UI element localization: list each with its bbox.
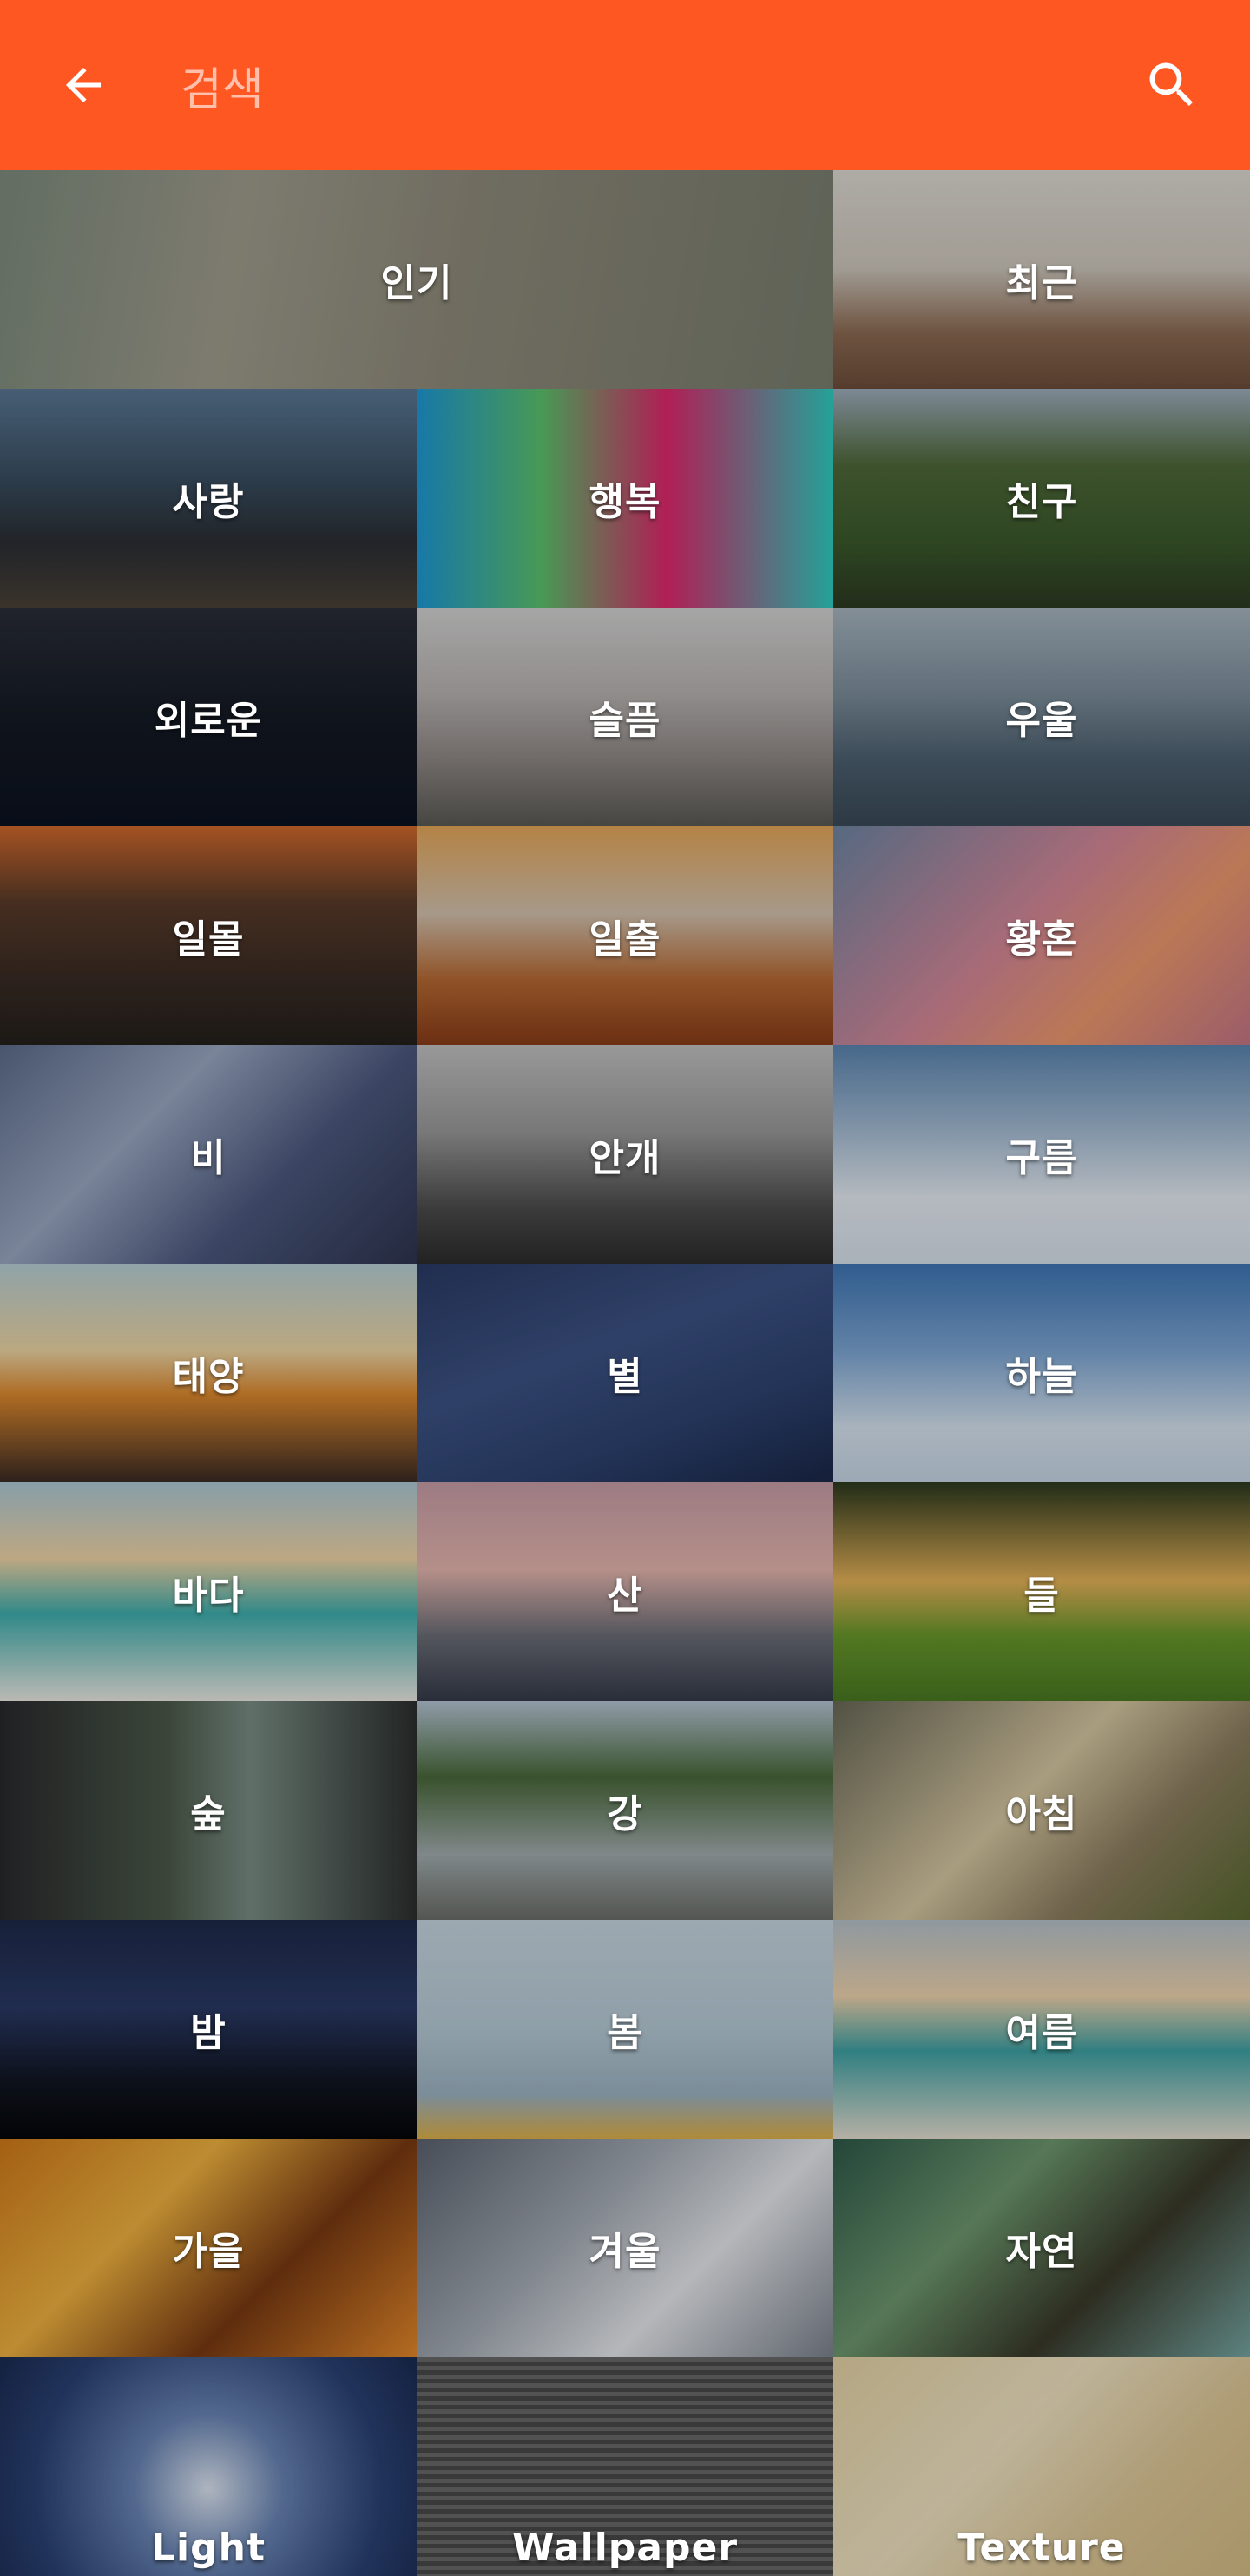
search-input[interactable]: 검색 [181, 52, 264, 118]
category-label: 바다 [172, 1574, 245, 1618]
category-tile[interactable]: 강 [417, 1701, 833, 1920]
category-tile[interactable]: 인기 [0, 170, 833, 389]
category-tile[interactable]: 행복 [417, 389, 833, 608]
category-label: 일몰 [172, 917, 245, 962]
category-tile[interactable]: 들 [833, 1482, 1250, 1701]
arrow-back-icon [66, 68, 101, 102]
category-tile[interactable]: 별 [417, 1264, 833, 1482]
search-button[interactable] [1137, 50, 1207, 120]
category-tile[interactable]: 황혼 [833, 826, 1250, 1045]
category-label: 여름 [1005, 2011, 1078, 2055]
category-label: Light [151, 2525, 266, 2570]
category-label: 비 [190, 1136, 227, 1180]
category-label: 황혼 [1005, 917, 1078, 962]
category-label: 산 [607, 1574, 643, 1618]
category-label: 봄 [607, 2011, 643, 2055]
search-placeholder-text: 검색 [181, 63, 264, 116]
category-label: 최근 [1005, 261, 1078, 306]
category-tile[interactable]: 일몰 [0, 826, 417, 1045]
category-tile[interactable]: 산 [417, 1482, 833, 1701]
category-tile[interactable]: 겨울 [417, 2139, 833, 2357]
category-label: Texture [957, 2525, 1126, 2570]
category-tile[interactable]: 우울 [833, 608, 1250, 826]
category-label: 외로운 [154, 699, 263, 743]
category-tile[interactable]: 바다 [0, 1482, 417, 1701]
category-tile[interactable]: 친구 [833, 389, 1250, 608]
category-tile[interactable]: 아침 [833, 1701, 1250, 1920]
category-label: 들 [1023, 1574, 1060, 1618]
category-tile[interactable]: 숲 [0, 1701, 417, 1920]
category-tile[interactable]: 하늘 [833, 1264, 1250, 1482]
category-tile[interactable]: 밤 [0, 1920, 417, 2139]
category-label: 하늘 [1005, 1355, 1078, 1399]
category-label: 우울 [1005, 699, 1078, 743]
category-tile[interactable]: 봄 [417, 1920, 833, 2139]
category-tile[interactable]: 일출 [417, 826, 833, 1045]
category-label: 아침 [1005, 1792, 1078, 1837]
category-label: 태양 [172, 1355, 245, 1399]
category-label: 자연 [1005, 2230, 1078, 2274]
category-tile[interactable]: 안개 [417, 1045, 833, 1264]
category-tile[interactable]: 외로운 [0, 608, 417, 826]
category-label: 안개 [589, 1136, 661, 1180]
category-tile[interactable]: 최근 [833, 170, 1250, 389]
category-tile[interactable]: 태양 [0, 1264, 417, 1482]
category-tile[interactable]: Wallpaper [417, 2357, 833, 2576]
category-tile[interactable]: 사랑 [0, 389, 417, 608]
category-tile[interactable]: 가을 [0, 2139, 417, 2357]
category-label: 인기 [380, 261, 453, 306]
category-label: 가을 [172, 2230, 245, 2274]
category-label: 겨울 [589, 2230, 661, 2274]
category-label: 슬픔 [589, 699, 661, 743]
category-label: 사랑 [172, 480, 245, 524]
category-label: 친구 [1005, 480, 1078, 524]
category-tile[interactable]: 여름 [833, 1920, 1250, 2139]
category-label: 구름 [1005, 1136, 1078, 1180]
category-tile[interactable]: Light [0, 2357, 417, 2576]
category-label: 강 [607, 1792, 643, 1837]
category-tile[interactable]: 자연 [833, 2139, 1250, 2357]
category-label: 별 [607, 1355, 643, 1399]
category-label: Wallpaper [511, 2525, 739, 2570]
category-label: 밤 [190, 2011, 227, 2055]
category-label: 일출 [589, 917, 661, 962]
category-tile[interactable]: 구름 [833, 1045, 1250, 1264]
category-tile[interactable]: Texture [833, 2357, 1250, 2576]
search-icon [1149, 62, 1194, 107]
category-tile[interactable]: 비 [0, 1045, 417, 1264]
category-label: 행복 [589, 480, 661, 524]
category-label: 숲 [190, 1792, 227, 1837]
app-bar: 검색 [0, 0, 1250, 170]
back-button[interactable] [49, 50, 118, 120]
category-tile[interactable]: 슬픔 [417, 608, 833, 826]
category-grid: 인기 최근사랑 행복 친구외로운 슬픔 우울일몰 일출 황혼비 안개 구름태양 별 하늘바다 산 들숲 강 아… [0, 170, 1250, 2576]
